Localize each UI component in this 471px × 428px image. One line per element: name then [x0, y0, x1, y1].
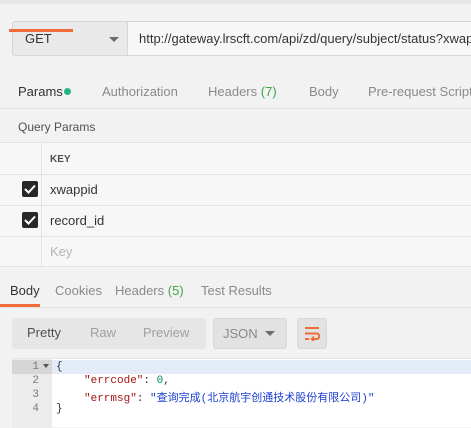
column-divider	[41, 143, 42, 174]
key-column-header: KEY	[50, 154, 71, 165]
json-string: "查询完成(北京航宇创通技术股份有限公司)"	[150, 393, 375, 405]
column-divider	[41, 236, 42, 267]
tab-response-headers[interactable]: Headers (5)	[115, 283, 184, 298]
tab-params[interactable]: Params	[18, 84, 63, 99]
param-key[interactable]: record_id	[50, 213, 104, 228]
line-number: 4	[32, 403, 39, 415]
table-header-row: KEY	[0, 143, 471, 175]
tab-prerequest-script[interactable]: Pre-request Script	[368, 84, 471, 99]
url-text: http://gateway.lrscft.com/api/zd/query/s…	[139, 31, 471, 46]
json-key: "errcode"	[84, 375, 144, 387]
preview-button[interactable]: Preview	[143, 325, 189, 340]
table-row: xwappid	[0, 174, 471, 206]
request-tabs: Params Authorization Headers (7) Body Pr…	[0, 76, 471, 108]
tab-cookies[interactable]: Cookies	[55, 283, 102, 298]
query-params-title: Query Params	[18, 120, 96, 134]
tab-response-body[interactable]: Body	[10, 283, 40, 298]
code-line-1: {	[56, 361, 63, 373]
method-label: GET	[25, 31, 52, 46]
table-row: record_id	[0, 205, 471, 237]
line-number: 3	[32, 389, 39, 401]
code-line-3: "errmsg": "查询完成(北京航宇创通技术股份有限公司)"	[84, 393, 375, 405]
param-checkbox[interactable]	[22, 212, 38, 228]
method-select[interactable]: GET	[12, 21, 128, 56]
fold-arrow-icon[interactable]	[43, 364, 49, 368]
json-number: 0	[156, 375, 164, 387]
response-headers-count: (5)	[167, 283, 184, 298]
wrap-lines-button[interactable]	[297, 318, 327, 349]
headers-count: (7)	[260, 84, 277, 99]
wrap-lines-icon	[305, 327, 321, 341]
code-line-2: "errcode": 0,	[84, 375, 170, 387]
query-params-table: KEY xwappid record_id Key	[0, 142, 471, 267]
response-body-editor[interactable]: 1 2 3 4 { "errcode": 0, "errmsg": "查询完成(…	[12, 358, 471, 428]
json-key: "errmsg"	[84, 393, 137, 405]
tab-test-results[interactable]: Test Results	[201, 283, 272, 298]
line-number: 2	[32, 375, 39, 387]
active-tab-underline	[9, 29, 73, 32]
view-mode-group: Pretty Raw Preview	[12, 318, 206, 349]
format-label: JSON	[223, 326, 258, 341]
new-key-input[interactable]: Key	[50, 244, 72, 259]
raw-button[interactable]: Raw	[90, 325, 116, 340]
column-divider	[41, 205, 42, 236]
tab-body[interactable]: Body	[309, 84, 339, 99]
tabs-divider	[0, 108, 471, 109]
format-select[interactable]: JSON	[213, 318, 287, 349]
code-line-4: }	[56, 403, 63, 415]
pretty-button[interactable]: Pretty	[27, 325, 61, 340]
line-number: 1	[32, 361, 39, 373]
checkmark-icon	[24, 184, 36, 194]
active-line-highlight	[12, 360, 471, 374]
chevron-down-icon	[265, 331, 275, 336]
tab-authorization[interactable]: Authorization	[102, 84, 178, 99]
tabs-divider	[0, 307, 471, 308]
top-divider	[0, 0, 471, 4]
chevron-down-icon	[109, 37, 119, 42]
table-row-new: Key	[0, 236, 471, 267]
response-tabs: Body Cookies Headers (5) Test Results	[0, 278, 471, 308]
param-checkbox[interactable]	[22, 181, 38, 197]
column-divider	[41, 174, 42, 205]
tab-response-headers-label: Headers	[115, 283, 165, 298]
params-indicator-dot	[64, 88, 71, 95]
tab-headers[interactable]: Headers (7)	[208, 84, 277, 99]
param-key[interactable]: xwappid	[50, 182, 98, 197]
checkmark-icon	[24, 215, 36, 225]
tab-headers-label: Headers	[208, 84, 258, 99]
url-input[interactable]: http://gateway.lrscft.com/api/zd/query/s…	[128, 21, 471, 56]
